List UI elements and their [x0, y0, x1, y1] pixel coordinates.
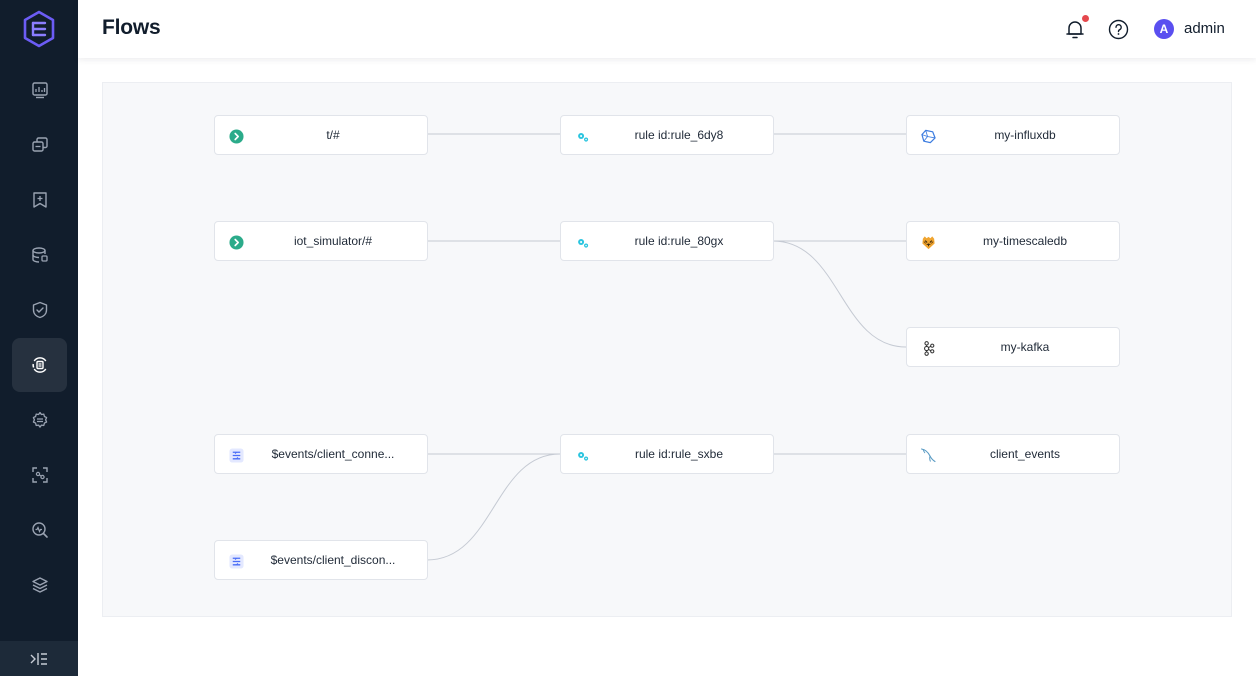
page-title: Flows — [102, 16, 161, 39]
integration-icon — [31, 357, 46, 373]
node-label: my-influxdb — [994, 128, 1056, 142]
sidebar-item-connections[interactable] — [12, 118, 67, 172]
node-label: $events/client_conne... — [271, 447, 395, 461]
avatar[interactable]: A — [1154, 19, 1174, 39]
node-label: rule id:rule_6dy8 — [634, 128, 724, 142]
topic-icon — [228, 128, 244, 144]
shield-icon — [32, 301, 47, 319]
settings-icon — [32, 411, 47, 428]
help-icon — [1108, 19, 1129, 40]
flow-node-sink[interactable]: my-kafka — [906, 327, 1120, 367]
flow-node-source[interactable]: $events/client_discon... — [214, 540, 428, 580]
collapse-sidebar-button[interactable] — [0, 641, 78, 676]
node-label: $events/client_discon... — [270, 553, 396, 567]
node-label: my-kafka — [1000, 340, 1050, 354]
monitor-icon — [31, 522, 48, 538]
diagnose-icon — [31, 467, 48, 483]
sidebar-item-monitor[interactable] — [12, 503, 67, 557]
plugins-icon — [31, 577, 48, 593]
event-icon — [228, 553, 244, 569]
flow-node-sink[interactable]: my-influxdb — [906, 115, 1120, 155]
dashboard-icon — [31, 82, 48, 99]
sidebar-item-dashboard[interactable] — [12, 63, 67, 117]
subscriptions-icon — [32, 192, 47, 208]
node-label: rule id:rule_sxbe — [634, 447, 724, 461]
topic-icon — [228, 234, 244, 250]
rule-gear-icon — [574, 128, 590, 144]
mysql-icon — [920, 447, 936, 463]
flow-node-sink[interactable]: client_events — [906, 434, 1120, 474]
emqx-logo-icon[interactable] — [22, 10, 56, 48]
collapse-icon — [30, 652, 47, 665]
event-icon — [228, 447, 244, 463]
node-label: my-timescaledb — [982, 234, 1068, 248]
node-label: t/# — [326, 128, 340, 142]
sidebar-item-subscriptions[interactable] — [12, 173, 67, 227]
node-label: client_events — [989, 447, 1061, 461]
sidebar-item-retained[interactable] — [12, 228, 67, 282]
node-label: rule id:rule_80gx — [634, 234, 724, 248]
rule-gear-icon — [574, 234, 590, 250]
flow-node-rule[interactable]: rule id:rule_80gx — [560, 221, 774, 261]
app-root: Flows A admin t/# iot_simulator/# $event… — [0, 0, 1256, 676]
sidebar-item-settings[interactable] — [12, 393, 67, 447]
flow-node-sink[interactable]: my-timescaledb — [906, 221, 1120, 261]
rule-gear-icon — [574, 447, 590, 463]
header: Flows A admin — [78, 0, 1256, 58]
flow-node-rule[interactable]: rule id:rule_6dy8 — [560, 115, 774, 155]
username-menu[interactable]: admin — [1184, 20, 1225, 37]
kafka-icon — [920, 340, 936, 356]
notification-dot — [1082, 15, 1089, 22]
sidebar — [0, 0, 78, 676]
timescaledb-icon — [920, 234, 936, 250]
influxdb-icon — [920, 128, 936, 144]
flow-node-source[interactable]: $events/client_conne... — [214, 434, 428, 474]
sidebar-item-security[interactable] — [12, 283, 67, 337]
retained-icon — [31, 247, 48, 263]
flow-node-source[interactable]: iot_simulator/# — [214, 221, 428, 261]
sidebar-item-diagnose[interactable] — [12, 448, 67, 502]
help-button[interactable] — [1108, 19, 1129, 40]
node-label: iot_simulator/# — [293, 234, 373, 248]
flow-node-source[interactable]: t/# — [214, 115, 428, 155]
connections-icon — [31, 137, 48, 152]
sidebar-item-integration[interactable] — [12, 338, 67, 392]
flow-node-rule[interactable]: rule id:rule_sxbe — [560, 434, 774, 474]
sidebar-item-plugins[interactable] — [12, 558, 67, 612]
